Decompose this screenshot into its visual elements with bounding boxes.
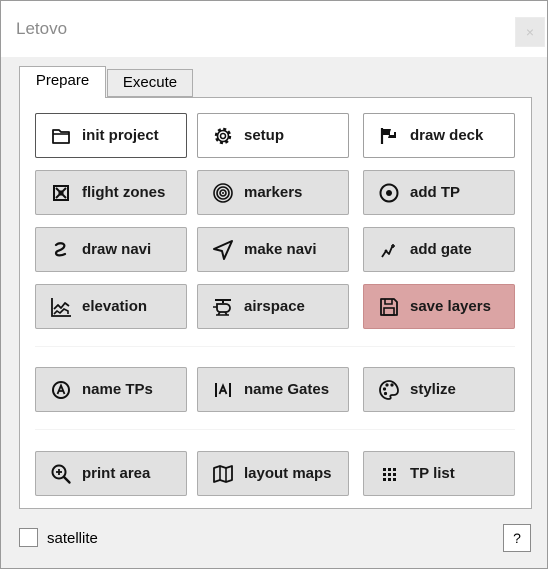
tab-execute[interactable]: Execute	[107, 69, 193, 97]
help-button[interactable]: ?	[503, 524, 531, 552]
tab-prepare[interactable]: Prepare	[19, 66, 106, 98]
layout-maps-button[interactable]: layout maps	[197, 451, 349, 496]
curve-icon	[54, 242, 67, 257]
save-disk-icon	[380, 298, 398, 316]
button-label: airspace	[244, 298, 305, 315]
navigation-arrow-icon	[213, 240, 233, 260]
button-label: markers	[244, 184, 303, 201]
button-label: draw navi	[82, 241, 152, 258]
draw-navi-button[interactable]: draw navi	[35, 227, 187, 272]
button-label: name TPs	[82, 381, 153, 398]
save-layers-button[interactable]: save layers	[363, 284, 515, 329]
elevation-chart-icon	[51, 298, 71, 317]
name-tps-button[interactable]: name TPs	[35, 367, 187, 412]
button-label: TP list	[410, 465, 455, 482]
button-label: save layers	[410, 298, 491, 315]
button-label: name Gates	[244, 381, 330, 398]
target-icon	[213, 183, 233, 203]
flag-icon	[380, 128, 396, 144]
button-label: add gate	[410, 241, 472, 258]
init-project-button[interactable]: init project	[35, 113, 187, 158]
plugin-window: Letovo × Prepare Execute init project se…	[0, 0, 548, 569]
make-navi-button[interactable]: make navi	[197, 227, 349, 272]
elevation-button[interactable]: elevation	[35, 284, 187, 329]
button-label: elevation	[82, 298, 148, 315]
helicopter-icon	[213, 299, 231, 316]
button-label: make navi	[244, 241, 317, 258]
crossed-box-icon	[53, 185, 69, 201]
palette-icon	[379, 380, 399, 400]
separator	[35, 429, 515, 430]
bracket-a-icon	[215, 383, 231, 397]
button-label: print area	[82, 465, 151, 482]
gear-icon	[214, 127, 232, 145]
flight-zones-button[interactable]: flight zones	[35, 170, 187, 215]
button-label: layout maps	[244, 465, 332, 482]
print-area-button[interactable]: print area	[35, 451, 187, 496]
airspace-button[interactable]: airspace	[197, 284, 349, 329]
separator	[35, 346, 515, 347]
tp-list-button[interactable]: TP list	[363, 451, 515, 496]
name-gates-button[interactable]: name Gates	[197, 367, 349, 412]
circle-a-icon	[52, 381, 70, 399]
window-title: Letovo	[16, 19, 68, 38]
satellite-checkbox[interactable]	[19, 528, 38, 547]
button-label: draw deck	[410, 127, 484, 144]
title-bar: Letovo ×	[1, 1, 547, 57]
stylize-button[interactable]: stylize	[363, 367, 515, 412]
map-icon	[213, 465, 233, 483]
gate-icon	[381, 244, 395, 258]
satellite-label: satellite	[47, 530, 98, 547]
zoom-icon	[51, 464, 71, 484]
dot-circle-icon	[379, 183, 399, 203]
markers-button[interactable]: markers	[197, 170, 349, 215]
grid-dots-icon	[383, 468, 396, 481]
add-tp-button[interactable]: add TP	[363, 170, 515, 215]
button-label: add TP	[410, 184, 461, 201]
button-label: init project	[82, 127, 159, 144]
add-gate-button[interactable]: add gate	[363, 227, 515, 272]
draw-deck-button[interactable]: draw deck	[363, 113, 515, 158]
button-label: stylize	[410, 381, 456, 398]
close-button[interactable]: ×	[515, 17, 545, 47]
folder-icon	[52, 129, 70, 144]
setup-button[interactable]: setup	[197, 113, 349, 158]
button-label: setup	[244, 127, 285, 144]
button-label: flight zones	[82, 184, 166, 201]
